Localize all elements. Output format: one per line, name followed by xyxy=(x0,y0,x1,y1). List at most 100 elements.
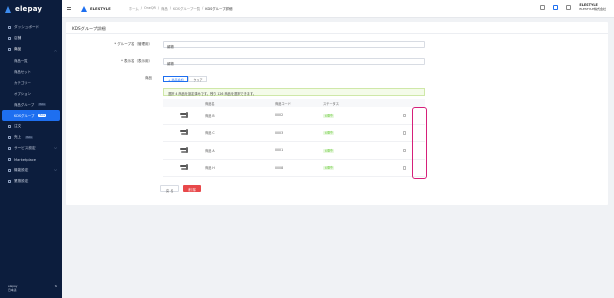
sidebar-item-label: 商品セット xyxy=(14,70,31,74)
sidebar-item-label: 商品一覧 xyxy=(14,59,28,63)
status-badge: 公開中 xyxy=(323,113,335,118)
sidebar-item-label: 店舗 xyxy=(14,36,22,40)
sidebar-item-kds-group[interactable]: KDSグループ Beta xyxy=(2,110,60,121)
dashboard-icon xyxy=(8,26,11,29)
header-status: ステータス xyxy=(323,101,339,106)
trash-icon[interactable] xyxy=(402,166,406,170)
product-image xyxy=(179,111,189,119)
sidebar-item-sales[interactable]: 売上 Beta xyxy=(0,132,62,143)
user-menu[interactable]: ELESTYLE ELESTYLE株式会社 xyxy=(579,3,606,12)
breadcrumb-oneqr[interactable]: OneQR xyxy=(144,6,156,11)
logo-text: elepay xyxy=(15,5,43,13)
sidebar-item-label: KDSグループ xyxy=(14,114,35,118)
sidebar-item-business-settings[interactable]: 業態設定 xyxy=(0,176,62,187)
selection-alert: 選択 4 商品を設定済みです。残り 126 商品を選択できます。 xyxy=(163,88,425,96)
product-name: 商品 A xyxy=(205,148,215,153)
breadcrumb-kds-list[interactable]: KDSグループ一覧 xyxy=(173,6,200,11)
sidebar-item-product-list[interactable]: 商品一覧 xyxy=(0,55,62,66)
app-grid-icon[interactable] xyxy=(67,6,71,11)
chevron-down-icon: ﹀ xyxy=(53,146,57,151)
add-product-button[interactable]: + 商品追加 xyxy=(163,75,189,82)
beta-badge: Beta xyxy=(38,102,47,107)
breadcrumb-product[interactable]: 商品 xyxy=(161,6,168,11)
sidebar-item-product-group[interactable]: 商品グループ Beta xyxy=(0,99,62,110)
table-row: 商品 A 0001 公開中 xyxy=(163,142,425,160)
sidebar-item-label: 注文 xyxy=(14,124,22,128)
product-name: 商品 H xyxy=(205,166,215,171)
logo[interactable]: elepay xyxy=(0,0,62,18)
sidebar-item-store[interactable]: 店舗 xyxy=(0,33,62,44)
marketplace-icon xyxy=(8,158,11,161)
sidebar: elepay ダッシュボード 店舗 商品 ︿ 商品一覧 商品セット カテゴリー … xyxy=(0,0,62,298)
elepay-logo-icon xyxy=(5,5,12,13)
sidebar-item-label: 商品 xyxy=(14,47,22,51)
product-icon xyxy=(8,48,11,51)
expand-icon[interactable]: ⇅ xyxy=(55,284,57,292)
sidebar-item-dashboard[interactable]: ダッシュボード xyxy=(0,22,62,33)
group-name-label: * グループ名（管理用） xyxy=(114,42,152,46)
product-code: 0001 xyxy=(275,148,284,153)
sidebar-footer[interactable]: elepay 日本語 ⇅ xyxy=(8,284,57,292)
sidebar-item-label: 機能設定 xyxy=(14,168,29,172)
sidebar-item-product[interactable]: 商品 ︿ xyxy=(0,44,62,55)
kds-group-detail-card: KDSグループ詳細 * グループ名（管理用） 焼物 * 表示名（表示用） 焼物 … xyxy=(66,22,608,205)
breadcrumb-current: KDSグループ詳細 xyxy=(205,7,233,11)
delete-button[interactable]: 削 除 xyxy=(183,185,201,192)
brand-logo-icon xyxy=(81,5,87,12)
header-code: 商品コード xyxy=(275,101,291,106)
service-icon xyxy=(8,147,11,150)
sidebar-item-marketplace[interactable]: Marketplace xyxy=(0,154,62,165)
header-name: 商品名 xyxy=(205,101,215,106)
business-icon xyxy=(8,180,11,183)
sidebar-item-category[interactable]: カテゴリー xyxy=(0,77,62,88)
table-row: 商品 B 0002 公開中 xyxy=(163,107,425,125)
sidebar-item-label: 商品グループ xyxy=(14,103,35,107)
sidebar-item-label: オプション xyxy=(14,92,31,96)
display-name-input[interactable]: 焼物 xyxy=(163,58,425,66)
display-name-row: * 表示名（表示用） 焼物 xyxy=(66,58,608,66)
footer-language: 日本語 xyxy=(8,288,17,292)
sidebar-item-label: サービス設定 xyxy=(14,146,36,150)
group-name-input[interactable]: 焼物 xyxy=(163,41,425,49)
product-row: 商品 + 商品追加 クリア xyxy=(66,75,608,82)
annotation-highlight-box xyxy=(412,107,427,179)
product-action-group: + 商品追加 クリア xyxy=(163,75,208,82)
product-code: 0002 xyxy=(275,113,284,118)
sidebar-item-label: ダッシュボード xyxy=(14,25,40,29)
trash-icon[interactable] xyxy=(402,131,406,135)
breadcrumb-home[interactable]: ホーム xyxy=(129,6,139,11)
sidebar-item-product-set[interactable]: 商品セット xyxy=(0,66,62,77)
status-badge: 公開中 xyxy=(323,148,335,153)
order-icon xyxy=(8,125,11,128)
top-header: ELESTYLE ホーム / OneQR / 商品 / KDSグループ一覧 / KDSグ… xyxy=(62,0,614,18)
chevron-up-icon: ︿ xyxy=(53,47,57,52)
sidebar-item-label: 業態設定 xyxy=(14,179,29,183)
header-actions: ELESTYLE ELESTYLE株式会社 xyxy=(540,3,606,12)
product-name: 商品 B xyxy=(205,113,215,118)
sidebar-item-order[interactable]: 注文 xyxy=(0,121,62,132)
qrcode-icon[interactable] xyxy=(540,5,546,11)
trash-icon[interactable] xyxy=(402,113,406,117)
page-title: KDSグループ詳細 xyxy=(66,22,608,34)
product-code: 0008 xyxy=(275,165,284,170)
sidebar-item-label: 売上 xyxy=(14,135,22,139)
trash-icon[interactable] xyxy=(402,148,406,152)
beta-badge: Beta xyxy=(38,113,47,118)
sidebar-item-feature-settings[interactable]: 機能設定 ﹀ xyxy=(0,165,62,176)
product-table: 商品名 商品コード ステータス 商品 B 0002 公開中 商品 C 0003 … xyxy=(163,99,425,177)
clear-button[interactable]: クリア xyxy=(188,75,208,82)
table-row: 商品 C 0003 公開中 xyxy=(163,125,425,142)
status-badge: 公開中 xyxy=(323,131,335,136)
history-icon[interactable] xyxy=(553,5,559,11)
alert-text: 選択 4 商品を設定済みです。残り 126 商品を選択できます。 xyxy=(168,92,257,96)
back-button[interactable]: 戻 る xyxy=(160,185,180,193)
sidebar-item-label: Marketplace xyxy=(14,157,37,162)
sidebar-item-service-settings[interactable]: サービス設定 ﹀ xyxy=(0,143,62,154)
sidebar-item-option[interactable]: オプション xyxy=(0,88,62,99)
group-name-row: * グループ名（管理用） 焼物 xyxy=(66,41,608,49)
chevron-down-icon: ﹀ xyxy=(53,168,57,173)
product-image xyxy=(179,146,189,154)
display-name-label: * 表示名（表示用） xyxy=(121,59,152,63)
download-icon[interactable] xyxy=(566,5,572,11)
product-image xyxy=(179,164,189,171)
